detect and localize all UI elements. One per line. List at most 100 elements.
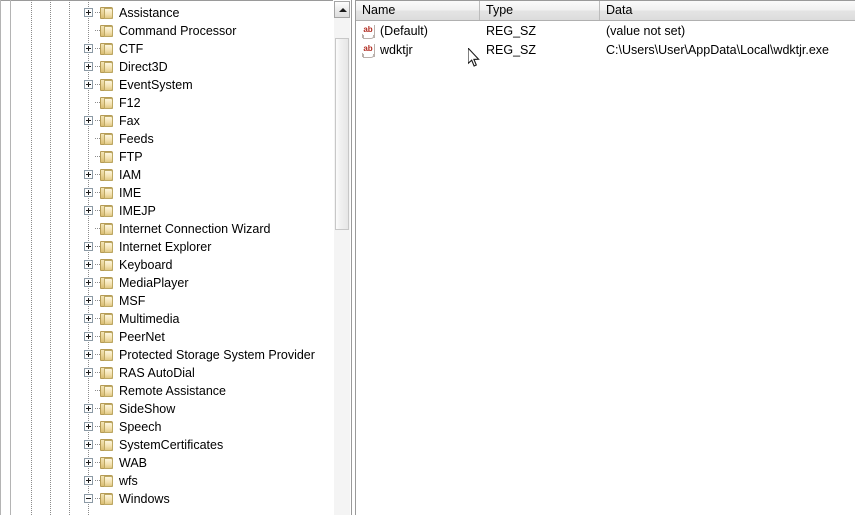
string-value-icon-fold	[363, 35, 374, 39]
tree-item-sideshow[interactable]: SideShow	[0, 400, 333, 418]
folder-icon	[100, 385, 114, 397]
tree-item-windows[interactable]: Windows	[0, 490, 333, 508]
string-value-icon-label: ab	[362, 25, 374, 34]
tree-item-wfs[interactable]: wfs	[0, 472, 333, 490]
tree-item-f12[interactable]: F12	[0, 94, 333, 112]
expand-plus-icon[interactable]	[84, 116, 93, 125]
tree-item-label: Remote Assistance	[119, 384, 226, 398]
expand-plus-icon[interactable]	[84, 62, 93, 71]
cell-data: (value not set)	[606, 24, 686, 38]
tree-item-ctf[interactable]: CTF	[0, 40, 333, 58]
tree-item-internet-explorer[interactable]: Internet Explorer	[0, 238, 333, 256]
string-value-icon-fold	[363, 54, 374, 58]
tree-item-remote-assistance[interactable]: Remote Assistance	[0, 382, 333, 400]
tree-item-systemcertificates[interactable]: SystemCertificates	[0, 436, 333, 454]
tree-item-mediaplayer[interactable]: MediaPlayer	[0, 274, 333, 292]
folder-icon	[100, 349, 114, 361]
tree-item-label: SideShow	[119, 402, 176, 416]
tree-item-feeds[interactable]: Feeds	[0, 130, 333, 148]
expand-plus-icon[interactable]	[84, 278, 93, 287]
expand-plus-icon[interactable]	[84, 80, 93, 89]
expand-plus-icon[interactable]	[84, 242, 93, 251]
table-row[interactable]: ab wdktjr REG_SZ C:\Users\User\AppData\Loca…	[356, 41, 855, 60]
expand-plus-icon[interactable]	[84, 440, 93, 449]
folder-icon-front	[104, 458, 113, 469]
tree-item-multimedia[interactable]: Multimedia	[0, 310, 333, 328]
scroll-up-arrow-icon[interactable]	[334, 1, 350, 18]
string-value-icon-label: ab	[362, 44, 374, 53]
column-header-name[interactable]: Name	[356, 1, 480, 20]
tree-item-wab[interactable]: WAB	[0, 454, 333, 472]
folder-icon-front	[104, 332, 113, 343]
tree-item-speech[interactable]: Speech	[0, 418, 333, 436]
tree-item-label: MSF	[119, 294, 146, 308]
tree-item-assistance[interactable]: Assistance	[0, 4, 333, 22]
folder-icon-front	[104, 296, 113, 307]
folder-icon-front	[104, 44, 113, 55]
tree-item-imejp[interactable]: IMEJP	[0, 202, 333, 220]
expand-plus-icon[interactable]	[84, 458, 93, 467]
tree-item-internet-connection-wizard[interactable]: Internet Connection Wizard	[0, 220, 333, 238]
folder-icon-front	[104, 314, 113, 325]
folder-icon	[100, 115, 114, 127]
expand-plus-icon[interactable]	[84, 404, 93, 413]
pane-splitter[interactable]	[351, 0, 352, 515]
tree-item-eventsystem[interactable]: EventSystem	[0, 76, 333, 94]
expand-plus-icon[interactable]	[84, 476, 93, 485]
tree-item-msf[interactable]: MSF	[0, 292, 333, 310]
folder-icon	[100, 367, 114, 379]
tree-item-label: Multimedia	[119, 312, 180, 326]
folder-icon-front	[104, 206, 113, 217]
registry-key-tree[interactable]: Assistance Command Processor CTF Direct3D Ev…	[0, 0, 333, 515]
folder-icon-front	[104, 152, 113, 163]
folder-icon-front	[104, 98, 113, 109]
folder-icon	[100, 313, 114, 325]
expand-plus-icon[interactable]	[84, 350, 93, 359]
tree-item-fax[interactable]: Fax	[0, 112, 333, 130]
tree-item-ras-autodial[interactable]: RAS AutoDial	[0, 364, 333, 382]
folder-icon	[100, 295, 114, 307]
tree-item-ftp[interactable]: FTP	[0, 148, 333, 166]
expand-plus-icon[interactable]	[84, 260, 93, 269]
tree-item-label: MediaPlayer	[119, 276, 189, 290]
expand-plus-icon[interactable]	[84, 8, 93, 17]
expand-plus-icon[interactable]	[84, 314, 93, 323]
cell-name: (Default)	[380, 24, 428, 38]
folder-icon-front	[104, 170, 113, 181]
folder-icon	[100, 169, 114, 181]
table-row[interactable]: ab (Default) REG_SZ (value not set)	[356, 22, 855, 41]
tree-item-iam[interactable]: IAM	[0, 166, 333, 184]
folder-icon	[100, 151, 114, 163]
expand-plus-icon[interactable]	[84, 170, 93, 179]
registry-values-list[interactable]: Name Type Data ab (Default) REG_SZ (value not…	[355, 0, 855, 515]
expand-plus-icon[interactable]	[84, 44, 93, 53]
column-header-data[interactable]: Data	[600, 1, 855, 20]
tree-item-direct3d[interactable]: Direct3D	[0, 58, 333, 76]
expand-plus-icon[interactable]	[84, 422, 93, 431]
folder-icon	[100, 493, 114, 505]
expand-plus-icon[interactable]	[84, 206, 93, 215]
tree-item-label: Windows	[119, 492, 170, 506]
tree-item-command-processor[interactable]: Command Processor	[0, 22, 333, 40]
column-header-type[interactable]: Type	[480, 1, 600, 20]
tree-item-keyboard[interactable]: Keyboard	[0, 256, 333, 274]
folder-icon-front	[104, 440, 113, 451]
expand-plus-icon[interactable]	[84, 296, 93, 305]
tree-vertical-scrollbar[interactable]	[334, 1, 350, 515]
tree-item-peernet[interactable]: PeerNet	[0, 328, 333, 346]
expand-plus-icon[interactable]	[84, 368, 93, 377]
list-column-header-row: Name Type Data	[356, 1, 855, 21]
tree-item-protected-storage-system-provider[interactable]: Protected Storage System Provider	[0, 346, 333, 364]
folder-icon-front	[104, 134, 113, 145]
folder-icon-front	[104, 62, 113, 73]
tree-scroll-thumb[interactable]	[335, 38, 349, 230]
tree-item-ime[interactable]: IME	[0, 184, 333, 202]
tree-scroll-track[interactable]	[334, 18, 350, 515]
expand-plus-icon[interactable]	[84, 188, 93, 197]
folder-icon	[100, 61, 114, 73]
tree-item-label: Feeds	[119, 132, 154, 146]
tree-item-label: Speech	[119, 420, 162, 434]
expand-plus-icon[interactable]	[84, 332, 93, 341]
collapse-minus-icon[interactable]	[84, 494, 93, 503]
tree-item-label: PeerNet	[119, 330, 165, 344]
